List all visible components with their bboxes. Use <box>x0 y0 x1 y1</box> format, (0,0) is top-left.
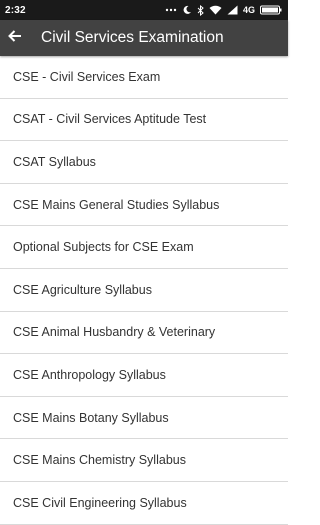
list-item-chemistry[interactable]: CSE Mains Chemistry Syllabus <box>0 439 288 482</box>
status-icons: 4G <box>165 4 282 16</box>
wifi-icon <box>209 5 222 15</box>
bluetooth-icon <box>197 4 204 16</box>
network-type: 4G <box>242 5 255 15</box>
list-item-mains-gs[interactable]: CSE Mains General Studies Syllabus <box>0 184 288 227</box>
list-item-optional-subjects[interactable]: Optional Subjects for CSE Exam <box>0 226 288 269</box>
list-item-botany[interactable]: CSE Mains Botany Syllabus <box>0 397 288 440</box>
battery-icon <box>260 5 282 15</box>
list-item-cse[interactable]: CSE - Civil Services Exam <box>0 56 288 99</box>
dots-icon <box>165 5 177 15</box>
back-arrow-icon <box>7 28 23 49</box>
signal-icon <box>227 5 238 15</box>
moon-icon <box>182 5 192 15</box>
status-time: 2:32 <box>5 4 26 16</box>
status-bar: 2:32 4G <box>0 0 288 20</box>
syllabus-list: CSE - Civil Services Exam CSAT - Civil S… <box>0 56 288 525</box>
back-button[interactable] <box>1 20 29 56</box>
list-item-anthropology[interactable]: CSE Anthropology Syllabus <box>0 354 288 397</box>
page-title: Civil Services Examination <box>41 29 224 46</box>
list-item-csat[interactable]: CSAT - Civil Services Aptitude Test <box>0 99 288 142</box>
app-bar: Civil Services Examination <box>0 20 288 56</box>
list-item-animal-husbandry[interactable]: CSE Animal Husbandry & Veterinary <box>0 312 288 355</box>
list-item-civil-engineering[interactable]: CSE Civil Engineering Syllabus <box>0 482 288 525</box>
list-item-csat-syllabus[interactable]: CSAT Syllabus <box>0 141 288 184</box>
list-item-agriculture[interactable]: CSE Agriculture Syllabus <box>0 269 288 312</box>
